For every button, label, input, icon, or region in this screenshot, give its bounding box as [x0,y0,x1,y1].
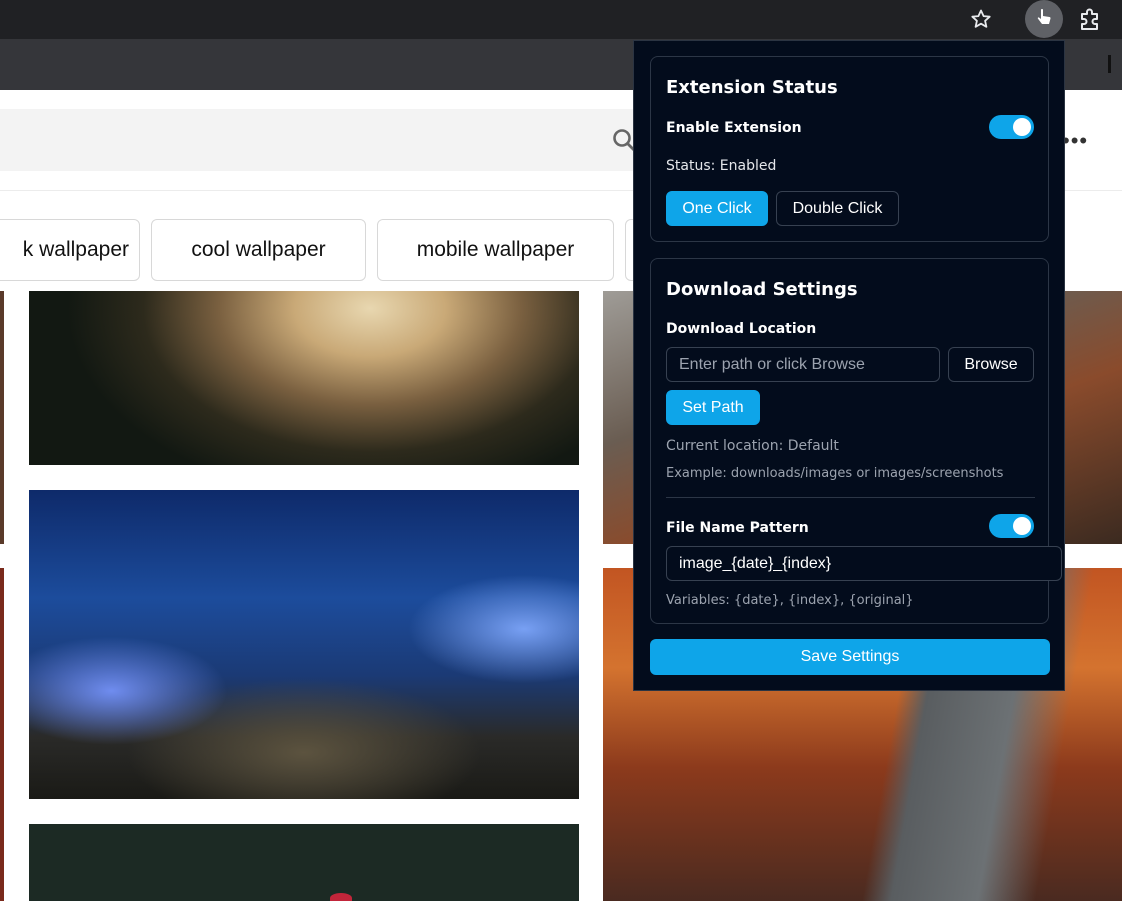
photo-partial-left-2[interactable] [0,568,4,901]
download-location-label: Download Location [666,321,817,337]
extension-status-card: Extension Status Enable Extension Status… [650,56,1049,242]
download-settings-card: Download Settings Download Location Ente… [650,258,1062,624]
toggle-knob [1013,118,1031,136]
double-click-button[interactable]: Double Click [776,191,899,226]
one-click-button[interactable]: One Click [666,191,768,226]
download-path-input[interactable]: Enter path or click Browse [666,347,940,382]
browse-button[interactable]: Browse [948,347,1034,382]
current-location-text: Current location: Default [666,438,839,454]
photo-partial-left-1[interactable] [0,291,4,544]
save-settings-button[interactable]: Save Settings [650,639,1050,675]
set-path-button[interactable]: Set Path [666,390,760,425]
star-icon[interactable] [969,7,993,31]
file-name-pattern-label: File Name Pattern [666,520,809,536]
toggle-knob [1013,517,1031,535]
path-placeholder: Enter path or click Browse [679,355,865,373]
chip-cool-wallpaper[interactable]: cool wallpaper [151,219,366,281]
bookmark-divider [1108,55,1111,73]
enable-extension-label: Enable Extension [666,120,802,136]
status-text: Status: Enabled [666,158,777,174]
enable-extension-toggle[interactable] [989,115,1034,139]
file-name-pattern-input[interactable]: image_{date}_{index} [666,546,1062,581]
download-settings-title: Download Settings [666,279,858,300]
more-icon[interactable]: ••• [1062,128,1088,153]
variables-hint: Variables: {date}, {index}, {original} [666,593,914,608]
pointer-icon [1037,9,1051,24]
chip-dark-wallpaper[interactable]: k wallpaper [0,219,140,281]
photo-dark-green[interactable] [29,824,579,901]
extension-status-title: Extension Status [666,77,838,98]
photo-lion[interactable] [29,291,579,465]
file-name-pattern-toggle[interactable] [989,514,1034,538]
photo-blue-butterflies[interactable] [29,490,579,799]
search-bar[interactable] [0,109,640,171]
browser-toolbar [0,0,1122,39]
extension-popup: Extension Status Enable Extension Status… [633,40,1065,691]
chip-mobile-wallpaper[interactable]: mobile wallpaper [377,219,614,281]
puzzle-icon[interactable] [1077,6,1103,32]
photo-red-detail [330,893,352,901]
example-path-text: Example: downloads/images or images/scre… [666,466,1004,481]
pattern-value: image_{date}_{index} [679,554,832,572]
section-divider [666,497,1035,498]
